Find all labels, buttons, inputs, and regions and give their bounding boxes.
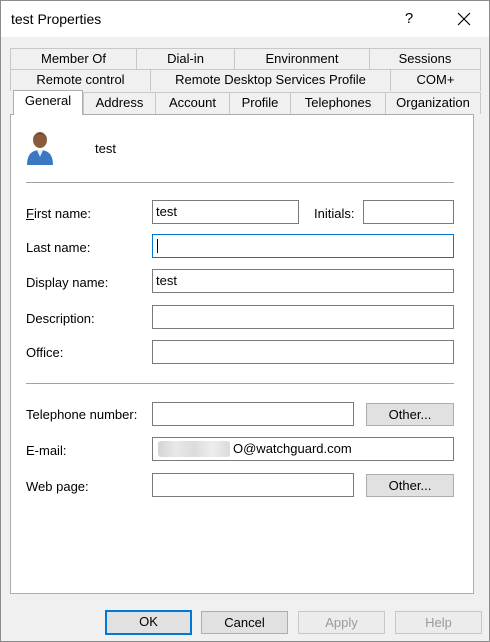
tab-profile[interactable]: Profile bbox=[229, 92, 291, 114]
tab-remote-control[interactable]: Remote control bbox=[10, 69, 151, 91]
close-icon[interactable] bbox=[453, 8, 475, 30]
tab-com-plus[interactable]: COM+ bbox=[390, 69, 481, 91]
tab-address[interactable]: Address bbox=[83, 92, 156, 114]
user-icon bbox=[25, 129, 55, 165]
tab-environment[interactable]: Environment bbox=[234, 48, 370, 70]
email-label: E-mail: bbox=[26, 443, 67, 458]
ok-button[interactable]: OK bbox=[105, 610, 192, 635]
tab-remote-desktop-services-profile[interactable]: Remote Desktop Services Profile bbox=[150, 69, 391, 91]
last-name-field[interactable] bbox=[152, 234, 454, 258]
webpage-other-button[interactable]: Other... bbox=[366, 474, 454, 497]
tab-strip: Member Of Dial-in Environment Sessions R… bbox=[1, 37, 489, 117]
tab-general[interactable]: General bbox=[13, 90, 83, 115]
user-name: test bbox=[95, 141, 116, 156]
tab-organization[interactable]: Organization bbox=[385, 92, 481, 114]
help-footer-button[interactable]: Help bbox=[395, 611, 482, 634]
redacted-email-part bbox=[158, 441, 230, 457]
apply-button[interactable]: Apply bbox=[298, 611, 385, 634]
text-caret bbox=[157, 239, 158, 253]
last-name-label: Last name: bbox=[26, 240, 91, 255]
display-name-field[interactable]: test bbox=[152, 269, 454, 293]
telephone-other-button[interactable]: Other... bbox=[366, 403, 454, 426]
separator bbox=[26, 383, 454, 384]
description-field[interactable] bbox=[152, 305, 454, 329]
initials-field[interactable] bbox=[363, 200, 454, 224]
title-bar: test Properties ? bbox=[1, 1, 489, 37]
separator bbox=[26, 182, 454, 183]
display-name-label: Display name: bbox=[26, 275, 109, 290]
webpage-field[interactable] bbox=[152, 473, 354, 497]
telephone-label: Telephone number: bbox=[26, 407, 138, 422]
properties-window: test Properties ? Member Of Dial-in Envi… bbox=[0, 0, 490, 642]
tab-member-of[interactable]: Member Of bbox=[10, 48, 137, 70]
tab-telephones[interactable]: Telephones bbox=[290, 92, 386, 114]
initials-label: Initials: bbox=[314, 206, 355, 221]
webpage-label: Web page: bbox=[26, 479, 89, 494]
help-button[interactable]: ? bbox=[399, 8, 419, 30]
first-name-field[interactable]: test bbox=[152, 200, 299, 224]
tab-sessions[interactable]: Sessions bbox=[369, 48, 481, 70]
telephone-field[interactable] bbox=[152, 402, 354, 426]
cancel-button[interactable]: Cancel bbox=[201, 611, 288, 634]
window-title: test Properties bbox=[11, 11, 102, 27]
tab-dial-in[interactable]: Dial-in bbox=[136, 48, 235, 70]
office-label: Office: bbox=[26, 345, 64, 360]
office-field[interactable] bbox=[152, 340, 454, 364]
tab-account[interactable]: Account bbox=[155, 92, 230, 114]
description-label: Description: bbox=[26, 311, 95, 326]
first-name-label: First name: bbox=[26, 206, 92, 221]
